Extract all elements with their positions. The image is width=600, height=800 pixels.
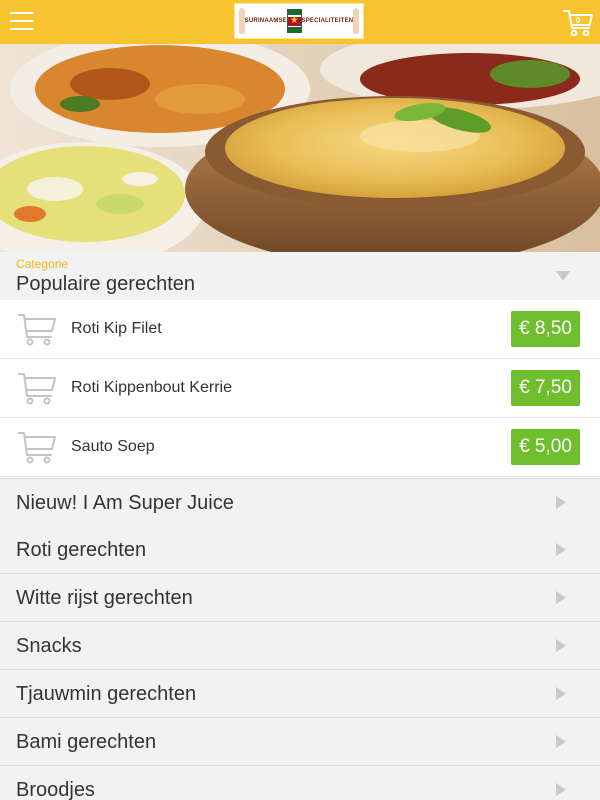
category-item-snacks[interactable]: Snacks — [0, 622, 600, 670]
cart-count-badge: 0 — [575, 16, 581, 25]
triangle-right-icon — [556, 783, 566, 796]
triangle-right-icon — [556, 735, 566, 748]
logo-text-right: SPECIALITEITEN — [301, 18, 354, 24]
product-row[interactable]: Sauto Soep € 5,00 — [0, 418, 600, 477]
logo-text-left: SURINAAMSE — [244, 18, 288, 24]
add-to-cart-icon[interactable] — [18, 430, 56, 464]
brand-logo[interactable]: SURINAAMSE ★ SPECIALITEITEN — [234, 3, 364, 39]
hero-food-image — [0, 44, 600, 252]
product-row[interactable]: Roti Kippenbout Kerrie € 7,50 — [0, 359, 600, 418]
category-item-label: Nieuw! I Am Super Juice — [16, 492, 234, 514]
product-name: Roti Kippenbout Kerrie — [71, 379, 232, 396]
app-header: SURINAAMSE ★ SPECIALITEITEN 0 — [0, 0, 600, 44]
logo-figure-right — [353, 8, 359, 34]
hamburger-menu-icon[interactable] — [10, 12, 34, 32]
category-item-label: Witte rijst gerechten — [16, 587, 193, 609]
triangle-right-icon — [556, 496, 566, 509]
category-item-tjauwmin[interactable]: Tjauwmin gerechten — [0, 670, 600, 718]
price-badge[interactable]: € 5,00 — [511, 429, 580, 465]
category-list: Nieuw! I Am Super Juice Roti gerechten W… — [0, 478, 600, 800]
category-item-label: Snacks — [16, 635, 82, 657]
triangle-right-icon — [556, 543, 566, 556]
product-row[interactable]: Roti Kip Filet € 8,50 — [0, 300, 600, 359]
category-item-super-juice[interactable]: Nieuw! I Am Super Juice — [0, 479, 600, 527]
price-badge[interactable]: € 8,50 — [511, 311, 580, 347]
category-item-witte-rijst[interactable]: Witte rijst gerechten — [0, 574, 600, 622]
category-select[interactable]: Categorie Populaire gerechten — [0, 252, 600, 300]
product-name: Sauto Soep — [71, 438, 155, 455]
triangle-right-icon — [556, 639, 566, 652]
product-name: Roti Kip Filet — [71, 320, 162, 337]
add-to-cart-icon[interactable] — [18, 371, 56, 405]
category-item-roti[interactable]: Roti gerechten — [0, 526, 600, 574]
triangle-right-icon — [556, 591, 566, 604]
category-item-label: Broodjes — [16, 779, 95, 800]
price-badge[interactable]: € 7,50 — [511, 370, 580, 406]
category-item-bami[interactable]: Bami gerechten — [0, 718, 600, 766]
category-item-broodjes[interactable]: Broodjes — [0, 766, 600, 800]
category-item-label: Tjauwmin gerechten — [16, 683, 197, 705]
product-list: Roti Kip Filet € 8,50 Roti Kippenbout Ke… — [0, 300, 600, 478]
header-cart-button[interactable]: 0 — [562, 6, 594, 38]
suriname-flag-icon: ★ — [287, 9, 302, 33]
category-selected-value: Populaire gerechten — [16, 273, 196, 295]
category-item-label: Bami gerechten — [16, 731, 157, 753]
category-item-label: Roti gerechten — [16, 539, 147, 561]
category-label: Categorie — [16, 257, 69, 271]
triangle-down-icon[interactable] — [556, 271, 570, 281]
add-to-cart-icon[interactable] — [18, 312, 56, 346]
triangle-right-icon — [556, 687, 566, 700]
